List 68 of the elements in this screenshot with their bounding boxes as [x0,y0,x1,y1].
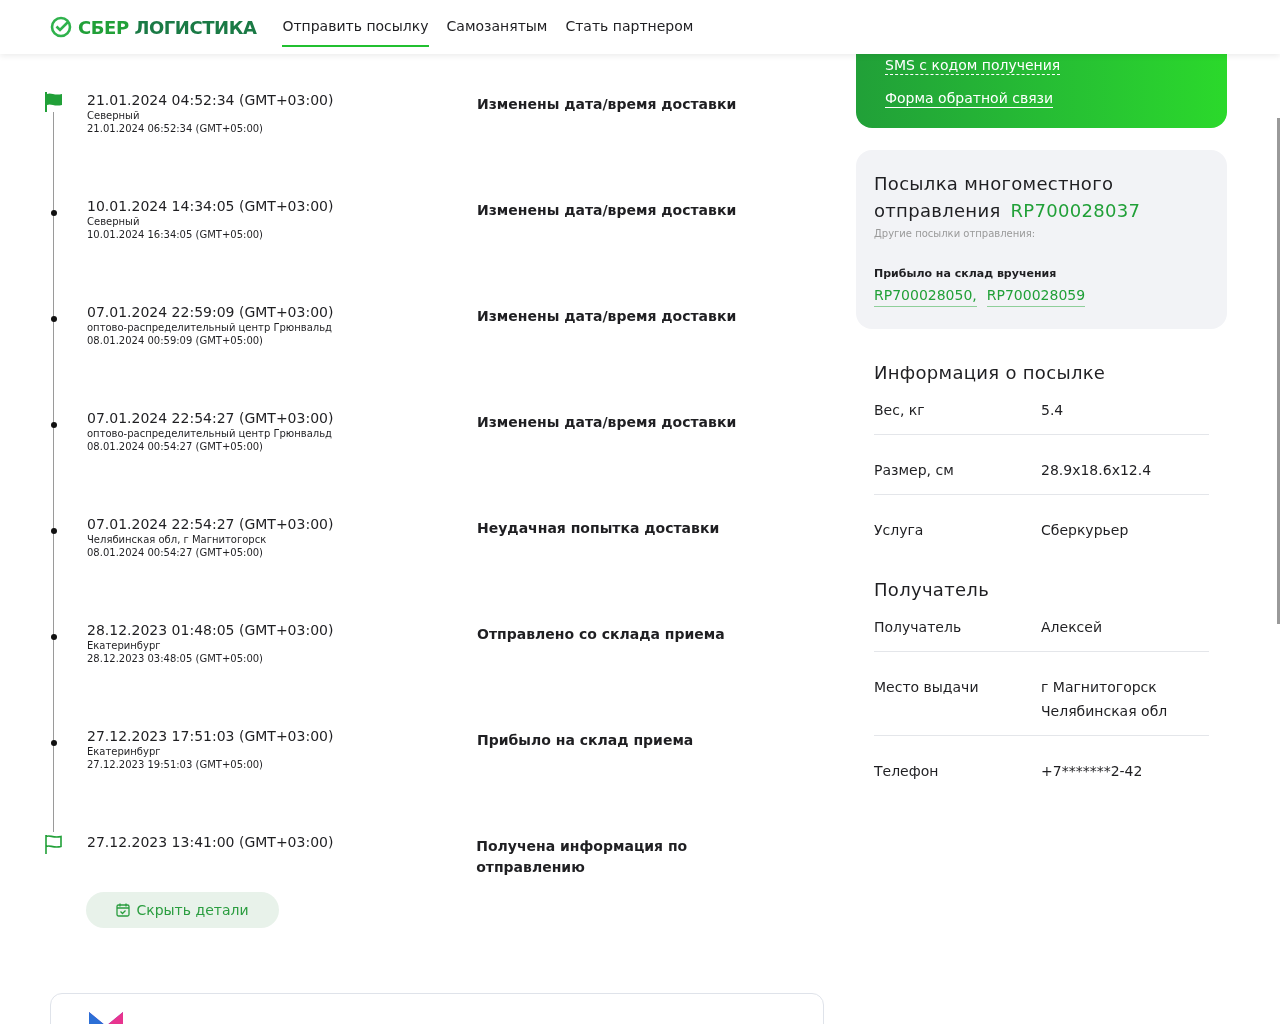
event-location: оптово-распределительный центр Грюнвальд [87,321,333,334]
timeline-dot [51,740,57,746]
field-label: Вес, кг [874,400,926,420]
event-local-time: 21.01.2024 06:52:34 (GMT+05:00) [87,122,263,135]
hide-details-button[interactable]: Скрыть детали [86,892,279,928]
field-value: Алексей [1041,617,1103,637]
field-value: г Магнитогорск Челябинская обл [1041,677,1169,721]
event-title: Изменены дата/время доставки [477,413,737,432]
field-label: Телефон [874,761,940,781]
parcel-link[interactable]: RP700028050, [874,284,977,307]
event-time: 10.01.2024 14:34:05 (GMT+03:00) [87,198,334,215]
field-label: Размер, см [874,460,955,480]
event-local-time: 10.01.2024 16:34:05 (GMT+05:00) [87,228,263,241]
event-local-time: 08.01.2024 00:54:27 (GMT+05:00) [87,440,263,453]
event-location: Екатеринбург [87,745,161,758]
event-local-time: 28.12.2023 03:48:05 (GMT+05:00) [87,652,263,665]
event-time: 27.12.2023 17:51:03 (GMT+03:00) [87,728,334,745]
link[interactable]: SMS с кодом получения [885,56,1061,75]
event-title: Отправлено со склада приема [477,625,725,644]
event-location: Екатеринбург [87,639,161,652]
event-location: Северный [87,215,140,228]
event-title: Изменены дата/время доставки [477,201,737,220]
section-title: Информация о посылке [874,360,1107,385]
timeline-dot [51,316,57,322]
logo-icon [89,1012,123,1024]
calendar-icon [116,903,131,917]
event-title: Изменены дата/время доставки [477,307,737,326]
event-local-time: 27.12.2023 19:51:03 (GMT+05:00) [87,758,263,771]
parcel-link[interactable]: RP700028059 [986,284,1086,307]
card-title: Посылка многоместного отправления RP700028037 [874,172,1142,223]
event-location: Северный [87,109,140,122]
event-title: Изменены дата/время доставки [477,95,737,114]
event-local-time: 08.01.2024 00:54:27 (GMT+05:00) [87,546,263,559]
event-title: Получена информация по отправлению [476,837,689,877]
flag-icon [44,92,64,112]
nav-tab[interactable]: Отправить посылку [282,7,429,47]
link[interactable]: Форма обратной связи [885,89,1054,108]
field-label: Услуга [874,520,925,540]
field-label: Получатель [874,617,963,637]
timeline-dot [51,422,57,428]
timeline-dot [51,528,57,534]
scrollbar[interactable] [1277,118,1280,624]
field-value: 5.4 [1041,400,1065,420]
event-local-time: 08.01.2024 00:59:09 (GMT+05:00) [87,334,263,347]
nav-tab[interactable]: Самозанятым [446,7,548,47]
event-title: Неудачная попытка доставки [477,519,720,538]
event-time: 27.12.2023 13:41:00 (GMT+03:00) [87,834,334,851]
nav-tab[interactable]: Стать партнером [565,7,694,47]
event-time: 07.01.2024 22:54:27 (GMT+03:00) [87,410,334,427]
field-value: 28.9x18.6x12.4 [1041,460,1153,480]
event-time: 07.01.2024 22:59:09 (GMT+03:00) [87,304,334,321]
flag-icon [44,834,64,854]
timeline-dot [51,634,57,640]
status-label: Прибыло на склад вручения [874,266,1058,282]
event-time: 07.01.2024 22:54:27 (GMT+03:00) [87,516,334,533]
field-value: Сберкурьер [1041,520,1130,540]
event-time: 28.12.2023 01:48:05 (GMT+03:00) [87,622,334,639]
event-location: оптово-распределительный центр Грюнвальд [87,427,333,440]
event-location: Челябинская обл, г Магнитогорск [87,533,267,546]
field-label: Место выдачи [874,677,980,697]
field-value: +7*******2-42 [1041,761,1144,781]
card-subtitle: Другие посылки отправления: [874,227,1037,241]
event-title: Прибыло на склад приема [477,731,694,750]
event-time: 21.01.2024 04:52:34 (GMT+03:00) [87,92,334,109]
timeline-dot [51,210,57,216]
logo-text: СБЕР ЛОГИСТИКА [78,15,257,40]
section-title: Получатель [874,577,991,602]
logo-icon [50,16,72,38]
